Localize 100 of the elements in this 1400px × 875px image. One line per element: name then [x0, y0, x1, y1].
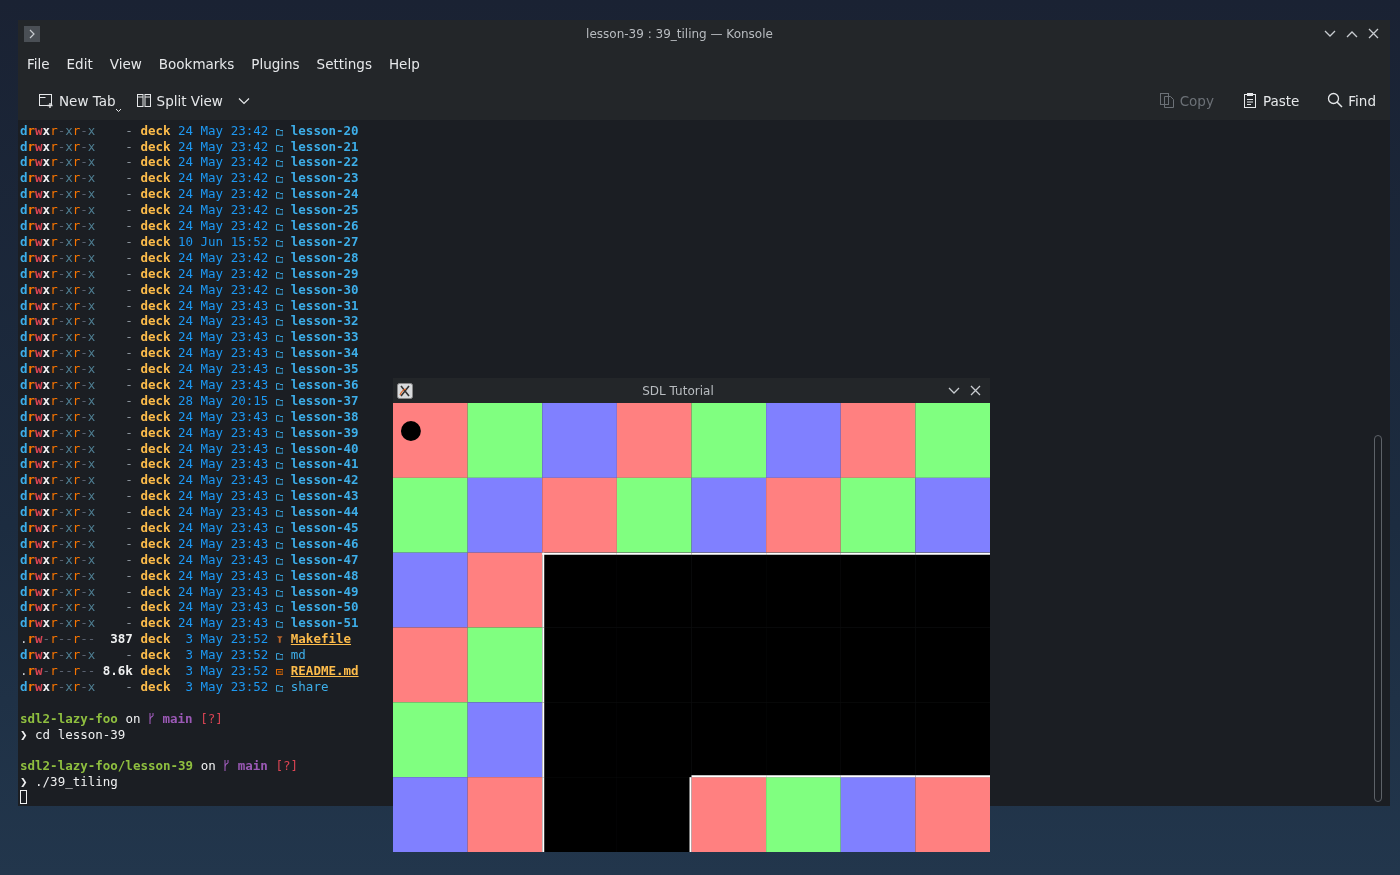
modified-time: 23:52	[230, 678, 269, 695]
file-name: lesson-48	[290, 567, 359, 584]
file-name: lesson-22	[290, 154, 359, 171]
file-name: lesson-47	[290, 551, 359, 568]
owner-name: deck	[140, 392, 171, 409]
file-size: -	[124, 440, 133, 457]
permissions-text: drwxr-xr-x	[20, 424, 96, 441]
menu-item[interactable]: Help	[381, 51, 428, 76]
toolbar-button[interactable]: Split View	[129, 87, 256, 114]
split-view-icon	[135, 92, 152, 110]
file-name: lesson-29	[290, 265, 359, 282]
file-size: -	[124, 567, 133, 584]
menu-item[interactable]: Settings	[309, 51, 380, 76]
permissions-text: drwxr-xr-x	[20, 615, 96, 632]
toolbar-button[interactable]: New Tab	[32, 87, 122, 114]
file-size: -	[124, 424, 133, 441]
file-size: -	[124, 186, 133, 203]
file-size: -	[124, 154, 133, 171]
command-text: cd lesson-39	[35, 726, 126, 743]
modified-time: 23:42	[230, 170, 269, 187]
file-size: 8.6k	[102, 663, 133, 679]
owner-name: deck	[140, 329, 171, 346]
owner-name: deck	[140, 297, 171, 314]
file-size: -	[124, 392, 133, 409]
file-size: -	[124, 170, 133, 187]
file-size: -	[124, 361, 133, 377]
menu-item[interactable]: Bookmarks	[151, 51, 243, 76]
owner-name: deck	[140, 551, 171, 568]
modified-date: 3 May	[184, 663, 224, 679]
file-name: lesson-28	[290, 249, 359, 266]
permissions-text: drwxr-xr-x	[20, 678, 96, 695]
menu-item[interactable]: View	[102, 51, 150, 76]
file-size: -	[124, 456, 133, 473]
modified-time: 23:43	[230, 472, 269, 489]
owner-name: deck	[140, 424, 171, 441]
modified-time: 23:52	[230, 663, 269, 679]
branch-icon	[223, 759, 231, 773]
file-size: -	[124, 535, 133, 552]
owner-name: deck	[140, 678, 171, 695]
file-size: -	[124, 615, 133, 632]
modified-date: 10 Jun	[178, 233, 224, 250]
permissions-text: drwxr-xr-x	[20, 599, 96, 616]
permissions-text: drwxr-xr-x	[20, 202, 96, 219]
modified-time: 23:42	[230, 122, 269, 139]
file-name: lesson-31	[290, 297, 359, 314]
file-name: lesson-35	[290, 361, 359, 377]
modified-date: 24 May	[178, 599, 224, 616]
file-size: -	[124, 233, 133, 250]
modified-date: 24 May	[178, 297, 224, 314]
toolbar-button[interactable]: Paste	[1235, 87, 1306, 114]
owner-name: deck	[140, 138, 171, 155]
file-name: lesson-45	[290, 519, 359, 536]
modified-date: 24 May	[178, 361, 224, 377]
window-title: lesson-39 : 39_tiling — Konsole	[585, 25, 774, 43]
permissions-text: drwxr-xr-x	[20, 408, 96, 425]
file-size: -	[124, 218, 133, 234]
file-size: -	[124, 647, 133, 663]
command-text: ./39_tiling	[35, 774, 118, 791]
permissions-text: drwxr-xr-x	[20, 313, 96, 330]
file-name: lesson-51	[290, 615, 359, 632]
owner-name: deck	[140, 488, 171, 505]
owner-name: deck	[140, 170, 171, 187]
toolbar-button[interactable]: Find	[1321, 87, 1382, 114]
permissions-text: drwxr-xr-x	[20, 170, 96, 187]
clipboard-icon	[1241, 92, 1258, 110]
modified-time: 23:43	[230, 488, 269, 505]
file-name: lesson-34	[290, 345, 359, 362]
prompt-text: on	[125, 710, 141, 727]
modified-time: 23:42	[230, 249, 269, 266]
modified-time: 23:43	[230, 297, 269, 314]
file-name: md	[290, 647, 306, 663]
permissions-text: drwxr-xr-x	[20, 329, 96, 346]
anvil-icon	[275, 633, 284, 646]
owner-name: deck	[140, 408, 171, 425]
owner-name: deck	[140, 233, 171, 250]
app-icon	[397, 382, 413, 399]
modified-date: 24 May	[178, 519, 224, 536]
permissions-text: .rw-r--r--	[20, 631, 96, 648]
file-name: lesson-23	[290, 170, 359, 187]
file-name: lesson-40	[290, 440, 359, 457]
new-tab-icon	[38, 92, 54, 110]
modified-time: 23:43	[230, 329, 269, 346]
expand-button[interactable]	[24, 25, 40, 42]
modified-time: 23:42	[230, 154, 269, 171]
modified-date: 24 May	[178, 424, 224, 441]
modified-time: 15:52	[230, 233, 269, 250]
file-size: -	[124, 599, 133, 616]
file-size: -	[124, 313, 133, 330]
modified-time: 23:43	[230, 615, 269, 632]
menu-item[interactable]: File	[20, 51, 58, 76]
modified-date: 24 May	[178, 504, 224, 520]
git-status: [?]	[200, 710, 223, 727]
menu-item[interactable]: Plugins	[244, 51, 308, 76]
caret-icon	[237, 96, 250, 105]
text-cursor	[20, 790, 27, 805]
menu-item[interactable]: Edit	[59, 51, 101, 76]
file-size: -	[124, 376, 133, 393]
modified-date: 24 May	[178, 551, 224, 568]
file-name: lesson-46	[290, 535, 359, 552]
owner-name: deck	[140, 663, 171, 679]
